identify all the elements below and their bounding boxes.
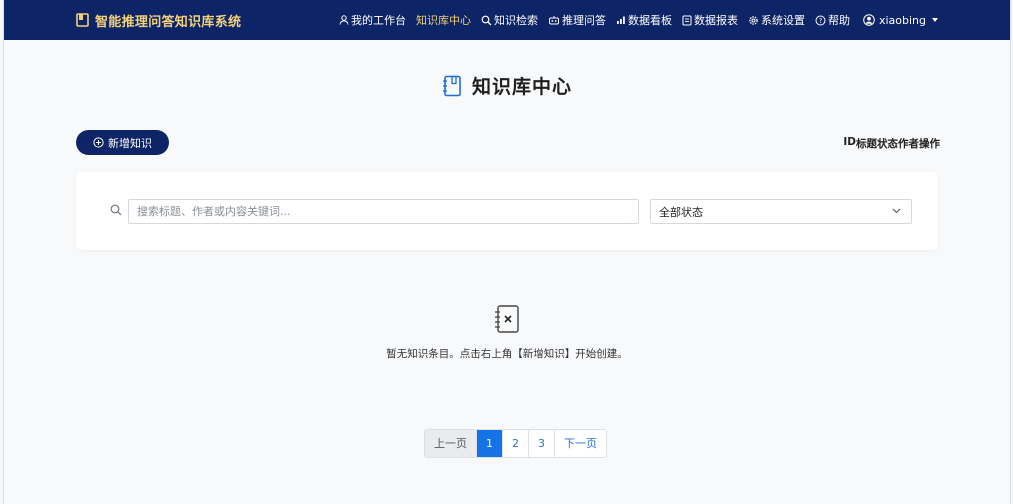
- brand[interactable]: 智能推理问答知识库系统: [76, 11, 241, 30]
- notebook-icon: [442, 75, 462, 97]
- column-header-status: 状态: [877, 138, 898, 150]
- nav-item-label: 我的工作台: [351, 14, 406, 27]
- add-knowledge-label: 新增知识: [108, 136, 152, 150]
- nav-item-workbench[interactable]: 我的工作台: [339, 12, 406, 28]
- nav-menu: 我的工作台 知识库中心 知识检索 推理问答 数据看板 数据报表 系统设置 ? 帮…: [339, 0, 860, 40]
- nav-item-label: 推理问答: [562, 14, 606, 27]
- search-input[interactable]: [128, 199, 639, 224]
- chevron-down-icon: [932, 18, 938, 22]
- top-navbar: 智能推理问答知识库系统 我的工作台 知识库中心 知识检索 推理问答 数据看板 数…: [4, 0, 1010, 40]
- book-icon: [76, 13, 89, 27]
- nav-item-label: 数据报表: [694, 14, 738, 27]
- page-header: 知识库中心: [4, 72, 1010, 99]
- pagination: 上一页 1 2 3 下一页: [424, 429, 607, 458]
- page-button-2[interactable]: 2: [503, 430, 529, 457]
- nav-item-label: 知识库中心: [416, 14, 471, 27]
- robot-icon: [548, 15, 560, 25]
- status-select[interactable]: 全部状态: [650, 199, 912, 224]
- nav-item-label: 知识检索: [494, 14, 538, 27]
- report-icon: [682, 15, 692, 26]
- empty-notebook-icon: [493, 304, 521, 338]
- column-header-actions: 操作: [919, 138, 940, 150]
- column-header-title: 标题: [856, 138, 877, 150]
- page-title: 知识库中心: [471, 76, 572, 98]
- user-avatar-icon: [863, 14, 875, 26]
- app-window: 智能推理问答知识库系统 我的工作台 知识库中心 知识检索 推理问答 数据看板 数…: [3, 0, 1011, 504]
- nav-item-knowledge-center[interactable]: 知识库中心: [416, 12, 471, 28]
- plus-circle-icon: [93, 137, 104, 148]
- chevron-down-icon: [892, 208, 901, 214]
- prev-page-button[interactable]: 上一页: [425, 430, 477, 457]
- page-button-3[interactable]: 3: [529, 430, 555, 457]
- column-header-id: ID: [843, 136, 856, 148]
- empty-state: 暂无知识条目。点击右上角【新增知识】开始创建。: [4, 304, 1010, 361]
- bar-chart-icon: [616, 15, 626, 25]
- nav-item-settings[interactable]: 系统设置: [748, 12, 805, 28]
- user-icon: [339, 15, 349, 25]
- nav-item-label: 系统设置: [761, 14, 805, 27]
- next-page-button[interactable]: 下一页: [555, 430, 606, 457]
- gear-icon: [748, 15, 759, 26]
- nav-item-dashboard[interactable]: 数据看板: [616, 12, 672, 28]
- filter-card: 全部状态: [76, 172, 938, 250]
- page-button-1[interactable]: 1: [477, 430, 503, 457]
- add-knowledge-button[interactable]: 新增知识: [76, 130, 169, 155]
- nav-item-knowledge-search[interactable]: 知识检索: [481, 12, 538, 28]
- search-icon: [481, 15, 492, 26]
- user-menu[interactable]: xiaobing: [863, 0, 938, 40]
- search-icon: [110, 204, 122, 216]
- nav-item-label: 数据看板: [628, 14, 672, 27]
- empty-message: 暂无知识条目。点击右上角【新增知识】开始创建。: [386, 348, 628, 360]
- question-icon: ?: [815, 15, 826, 26]
- nav-item-reasoning-qa[interactable]: 推理问答: [548, 12, 606, 28]
- brand-title: 智能推理问答知识库系统: [95, 14, 242, 30]
- username: xiaobing: [878, 13, 926, 27]
- nav-item-help[interactable]: ? 帮助: [815, 12, 850, 28]
- nav-item-label: 帮助: [828, 14, 850, 27]
- nav-item-reports[interactable]: 数据报表: [682, 12, 738, 28]
- svg-text:?: ?: [819, 17, 823, 25]
- table-column-headers: ID 标题 状态 作者 操作: [843, 136, 940, 151]
- column-header-author: 作者: [898, 138, 919, 150]
- status-select-value: 全部状态: [659, 205, 703, 219]
